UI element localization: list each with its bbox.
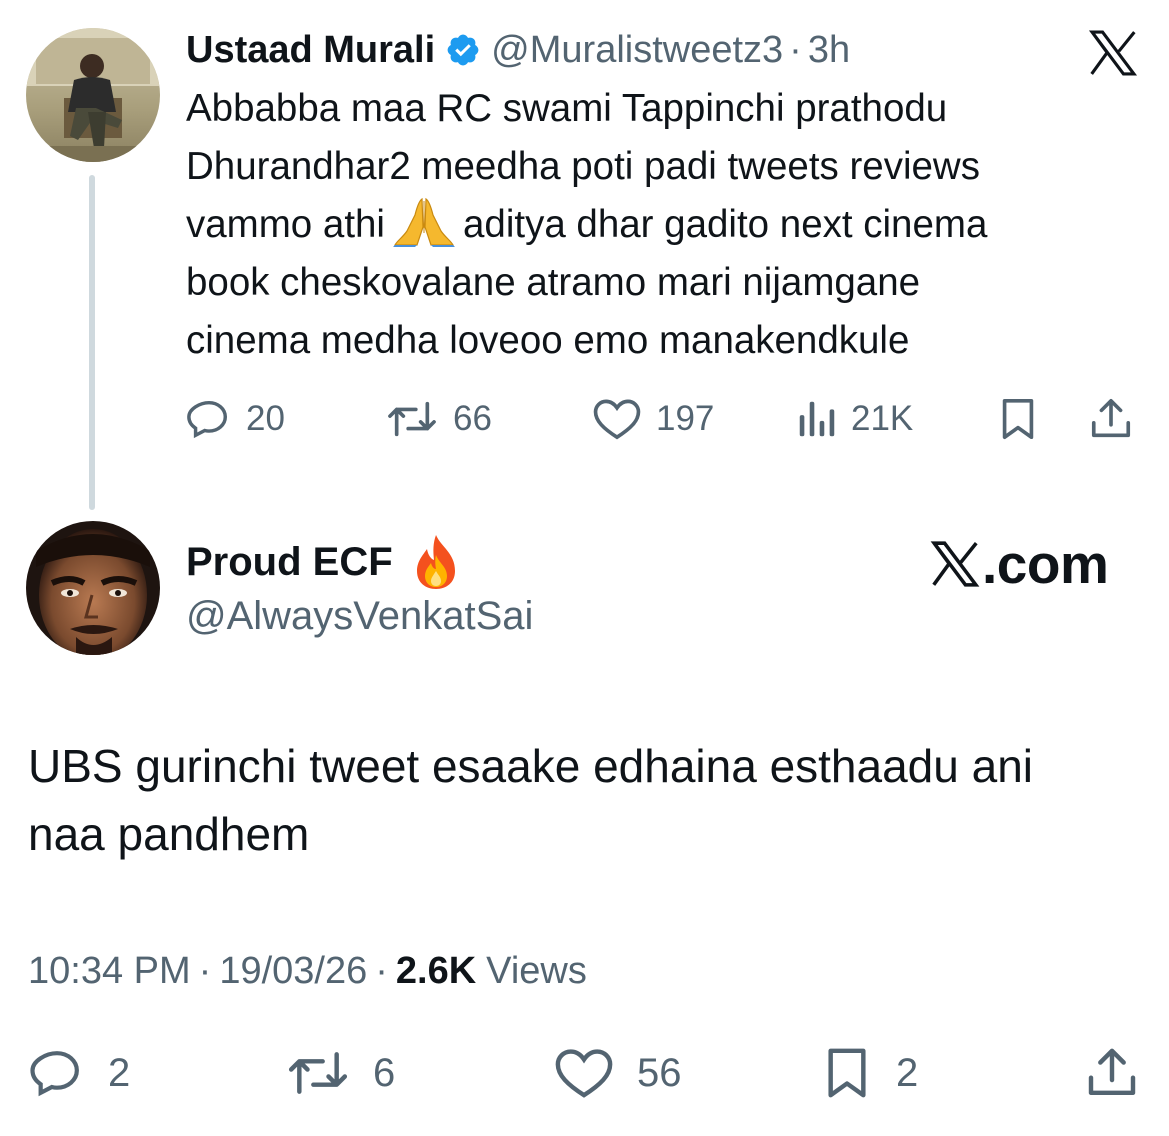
tweet1-text-line: cinema medha loveoo emo manakendkule — [186, 319, 910, 362]
avatar-image — [26, 28, 160, 162]
tweet1-text-line: book cheskovalane atramo mari nijamgane — [186, 261, 921, 304]
tweet1-action-bar: 20 66 197 21K — [0, 392, 1169, 446]
tweet1-reply-count: 20 — [246, 399, 285, 438]
tweet1-like-button[interactable]: 197 — [592, 392, 714, 446]
share-icon — [1088, 1048, 1136, 1096]
thread-connector-line — [89, 175, 95, 510]
avatar-image — [26, 521, 160, 655]
meta-separator: · — [198, 949, 212, 992]
tweet1-handle[interactable]: @Muralistweetz3 — [491, 29, 783, 72]
tweet2-share-button[interactable] — [1083, 1043, 1141, 1103]
xcom-watermark: .com — [930, 533, 1109, 595]
xcom-text: .com — [982, 533, 1109, 595]
heart-icon — [593, 399, 641, 440]
tweet1-timestamp[interactable]: 3h — [808, 29, 850, 72]
tweet1-view-count: 21K — [851, 399, 914, 438]
tweet1-body: Abbabba maa RC swami Tappinchi prathodu … — [186, 80, 1146, 370]
tweet2-repost-count: 6 — [373, 1050, 396, 1095]
tweet2-views-label: Views — [486, 949, 587, 992]
tweet1-views-button[interactable]: 21K — [797, 392, 913, 446]
share-icon — [1091, 398, 1131, 438]
verified-badge-icon — [447, 34, 479, 66]
tweet2-date[interactable]: 19/03/26 — [219, 950, 367, 993]
tweet2-action-bar: 2 6 56 2 — [0, 1043, 1169, 1103]
tweet2-display-name[interactable]: Proud ECF — [186, 540, 393, 585]
tweet2-like-button[interactable]: 56 — [553, 1043, 682, 1103]
tweet1-header: Ustaad Murali @Muralistweetz3 · 3h — [186, 26, 850, 74]
x-logo-icon[interactable] — [1086, 30, 1140, 76]
views-chart-icon — [799, 401, 835, 437]
tweet1-like-count: 197 — [656, 399, 715, 438]
bookmark-icon — [828, 1048, 866, 1098]
tweet2-bookmark-count: 2 — [896, 1050, 919, 1095]
tweet1-text-line: vammo athi — [186, 203, 385, 246]
bookmark-icon — [1002, 398, 1034, 440]
repost-icon — [388, 401, 436, 437]
tweet1-repost-button[interactable]: 66 — [385, 392, 492, 446]
tweet2-time[interactable]: 10:34 PM — [28, 950, 191, 993]
tweet2-reply-button[interactable]: 2 — [28, 1043, 130, 1103]
tweet2-meta: 10:34 PM · 19/03/26 · 2.6K Views — [28, 945, 587, 997]
tweet1-repost-count: 66 — [453, 399, 492, 438]
x-logo-icon — [930, 541, 980, 587]
tweet1-text-line: Dhurandhar2 meedha poti padi tweets revi… — [186, 145, 980, 188]
folded-hands-emoji — [393, 197, 455, 247]
avatar-ustaad-murali[interactable] — [26, 28, 160, 162]
tweet2-body: UBS gurinchi tweet esaake edhaina esthaa… — [28, 732, 1148, 868]
meta-separator: · — [375, 949, 388, 992]
tweet1-bookmark-button[interactable] — [996, 392, 1040, 446]
fire-emoji — [416, 535, 455, 589]
tweet2-repost-button[interactable]: 6 — [285, 1043, 395, 1103]
tweet2-text-line: naa pandhem — [28, 808, 310, 860]
tweet2-bookmark-button[interactable]: 2 — [820, 1043, 918, 1103]
tweet2-reply-count: 2 — [108, 1050, 131, 1095]
tweet1-text-line: Abbabba maa RC swami Tappinchi prathodu — [186, 87, 948, 130]
avatar-proud-ecf[interactable] — [26, 521, 160, 655]
tweet1-reply-button[interactable]: 20 — [186, 392, 285, 446]
tweet1-share-button[interactable] — [1087, 392, 1135, 446]
repost-icon — [288, 1052, 348, 1094]
reply-icon — [187, 400, 228, 439]
heart-icon — [555, 1049, 613, 1098]
tweet2-header: Proud ECF — [186, 532, 461, 592]
tweet1-text-line: aditya dhar gadito next cinema — [463, 203, 988, 246]
tweet1-display-name[interactable]: Ustaad Murali — [186, 29, 435, 72]
tweet2-text-line: UBS gurinchi tweet esaake edhaina esthaa… — [28, 740, 1034, 792]
reply-icon — [30, 1051, 79, 1097]
tweet2-views-count: 2.6K — [395, 949, 477, 992]
tweet1-separator: · — [789, 28, 802, 71]
tweet2-handle[interactable]: @AlwaysVenkatSai — [186, 590, 533, 642]
tweet2-like-count: 56 — [637, 1050, 682, 1095]
